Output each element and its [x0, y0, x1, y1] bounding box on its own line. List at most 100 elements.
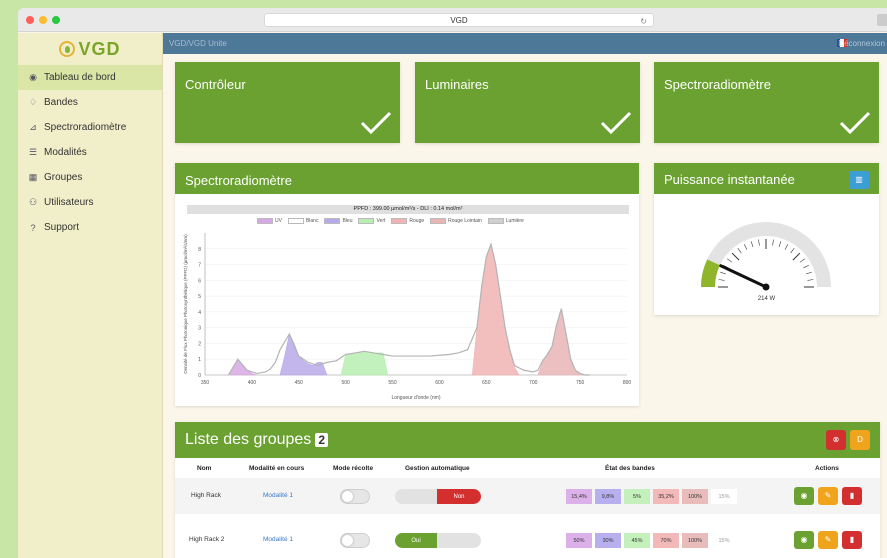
- add-group-button[interactable]: D: [850, 430, 870, 450]
- legend-swatch: [391, 218, 408, 224]
- y-axis-label: Densité de Flux Photonique Photosynthéti…: [183, 234, 188, 374]
- legend-swatch: [257, 218, 273, 224]
- y-tick-label: 3: [198, 326, 201, 332]
- auto-off-option[interactable]: [437, 533, 481, 548]
- sidebar-item-dashboard[interactable]: ◉ Tableau de bord: [18, 65, 162, 90]
- window-controls: [26, 16, 60, 24]
- legend-label: Lumière: [505, 218, 524, 224]
- x-tick-label: 600: [435, 380, 444, 386]
- auto-off-option[interactable]: Non: [437, 489, 481, 504]
- legend-label: Bleu: [342, 218, 353, 224]
- table-row: High Rack Modalité 1 Non 15,4% 9,8% 5% 3…: [175, 478, 880, 514]
- browser-menu-button[interactable]: [877, 14, 887, 26]
- gauge-tick: [784, 244, 789, 250]
- minimize-window-button[interactable]: [39, 16, 47, 24]
- x-axis-label: Longueur d'onde (nm): [391, 395, 440, 401]
- gauge-tick: [718, 279, 725, 281]
- chart-toggle-button[interactable]: ▥: [849, 171, 869, 189]
- col-header-name: Nom: [197, 465, 212, 472]
- gauge-tick: [792, 252, 801, 261]
- groups-title: Liste des groupes: [185, 431, 312, 448]
- trash-icon[interactable]: ▮: [842, 487, 862, 505]
- delete-all-button[interactable]: ⊗: [826, 430, 846, 450]
- legend-item[interactable]: Bleu: [324, 218, 352, 224]
- series-area-vert: [340, 351, 389, 376]
- sidebar-item-label: Bandes: [44, 97, 78, 108]
- sidebar-item-users[interactable]: ⚇ Utilisateurs: [18, 190, 162, 215]
- gauge-value-arc: [701, 259, 720, 288]
- status-card-controller: Contrôleur: [175, 62, 400, 143]
- check-icon: [600, 111, 632, 135]
- auto-management-switch[interactable]: Non: [395, 489, 481, 504]
- chart-legend: UV Blanc Bleu Vert Rouge Rouge Lointain Lumièr…: [257, 218, 524, 224]
- legend-item[interactable]: Rouge Lointain: [430, 218, 482, 224]
- group-name: High Rack: [191, 492, 221, 499]
- y-tick-label: 6: [198, 278, 201, 284]
- gauge-tick: [807, 279, 814, 281]
- sidebar-item-label: Groupes: [44, 172, 83, 183]
- legend-item[interactable]: Blanc: [287, 218, 318, 224]
- band-red: 70%: [653, 533, 679, 548]
- series-area-uv: [227, 358, 257, 376]
- series-area-bleu: [279, 333, 328, 376]
- legend-item[interactable]: UV: [257, 218, 282, 224]
- close-window-button[interactable]: [26, 16, 34, 24]
- sidebar-item-groups[interactable]: ▦ Groupes: [18, 165, 162, 190]
- sidebar-item-support[interactable]: ? Support: [18, 215, 162, 240]
- legend-swatch: [487, 218, 504, 224]
- check-icon: [360, 111, 392, 135]
- brand-logo[interactable]: VGD: [18, 33, 162, 65]
- band-states: 15,4% 9,8% 5% 35,2% 100% 15%: [566, 489, 737, 504]
- spectro-chart: 0 1 2 3 4 5 6 7 8 350 400 450 500 550 600 650 700 750 800 L…: [183, 233, 631, 401]
- band-states: 50% 30% 45% 70% 100% 15%: [566, 533, 737, 548]
- modality-link[interactable]: Modalité 1: [263, 536, 293, 543]
- col-header-auto: Gestion automatique: [405, 465, 470, 472]
- auto-management-switch[interactable]: Oui: [395, 533, 481, 548]
- view-icon[interactable]: ◉: [794, 487, 814, 505]
- gauge-tick: [799, 258, 806, 263]
- sidebar-item-bands[interactable]: ♢ Bandes: [18, 90, 162, 115]
- sidebar-item-modalities[interactable]: ☰ Modalités: [18, 140, 162, 165]
- gauge-tick: [731, 252, 740, 261]
- groups-card: Liste des groupes 2 ⊗ D Nom Modalité en c…: [175, 422, 880, 558]
- spectro-card-header: Spectroradiomètre: [175, 163, 639, 194]
- maximize-window-button[interactable]: [52, 16, 60, 24]
- band-uv: 50%: [566, 533, 592, 548]
- band-blue: 30%: [595, 533, 621, 548]
- legend-label: Rouge Lointain: [448, 218, 482, 224]
- sidebar-item-label: Spectroradiomètre: [44, 122, 127, 133]
- gauge-card: Puissance instantanée ▥ 214 W: [654, 163, 879, 315]
- legend-item[interactable]: Rouge: [391, 218, 424, 224]
- series-area-rouge: [471, 242, 520, 376]
- y-tick-label: 2: [198, 341, 201, 347]
- reload-icon[interactable]: ↻: [640, 15, 647, 28]
- view-icon[interactable]: ◉: [794, 531, 814, 549]
- brand-name: VGD: [78, 38, 121, 59]
- x-tick-label: 500: [341, 380, 350, 386]
- harvest-toggle[interactable]: [340, 533, 370, 548]
- logout-link[interactable]: Déconnexion: [838, 39, 885, 48]
- trash-icon[interactable]: ▮: [842, 531, 862, 549]
- legend-item[interactable]: Lumière: [487, 218, 524, 224]
- x-tick-label: 350: [201, 380, 210, 386]
- col-header-harvest: Mode récolte: [333, 465, 374, 472]
- gauge-hub: [762, 283, 770, 291]
- status-card-spectro: Spectroradiomètre: [654, 62, 879, 143]
- sidebar-item-spectro[interactable]: ⊿ Spectroradiomètre: [18, 115, 162, 140]
- status-card-luminaires: Luminaires: [415, 62, 640, 143]
- breadcrumb[interactable]: VGD/VGD Unite: [169, 39, 227, 48]
- y-tick-label: 8: [198, 247, 201, 253]
- band-uv: 15,4%: [566, 489, 592, 504]
- auto-on-option[interactable]: [395, 489, 437, 504]
- check-icon: [839, 111, 871, 135]
- modality-link[interactable]: Modalité 1: [263, 492, 293, 499]
- edit-icon[interactable]: ✎: [818, 531, 838, 549]
- auto-on-option[interactable]: Oui: [395, 533, 437, 548]
- harvest-toggle[interactable]: [340, 489, 370, 504]
- legend-item[interactable]: Vert: [358, 218, 385, 224]
- legend-swatch: [430, 218, 447, 224]
- address-bar[interactable]: VGD ↻: [264, 13, 654, 27]
- address-text: VGD: [450, 16, 468, 25]
- edit-icon[interactable]: ✎: [818, 487, 838, 505]
- gauge-tick: [803, 264, 809, 269]
